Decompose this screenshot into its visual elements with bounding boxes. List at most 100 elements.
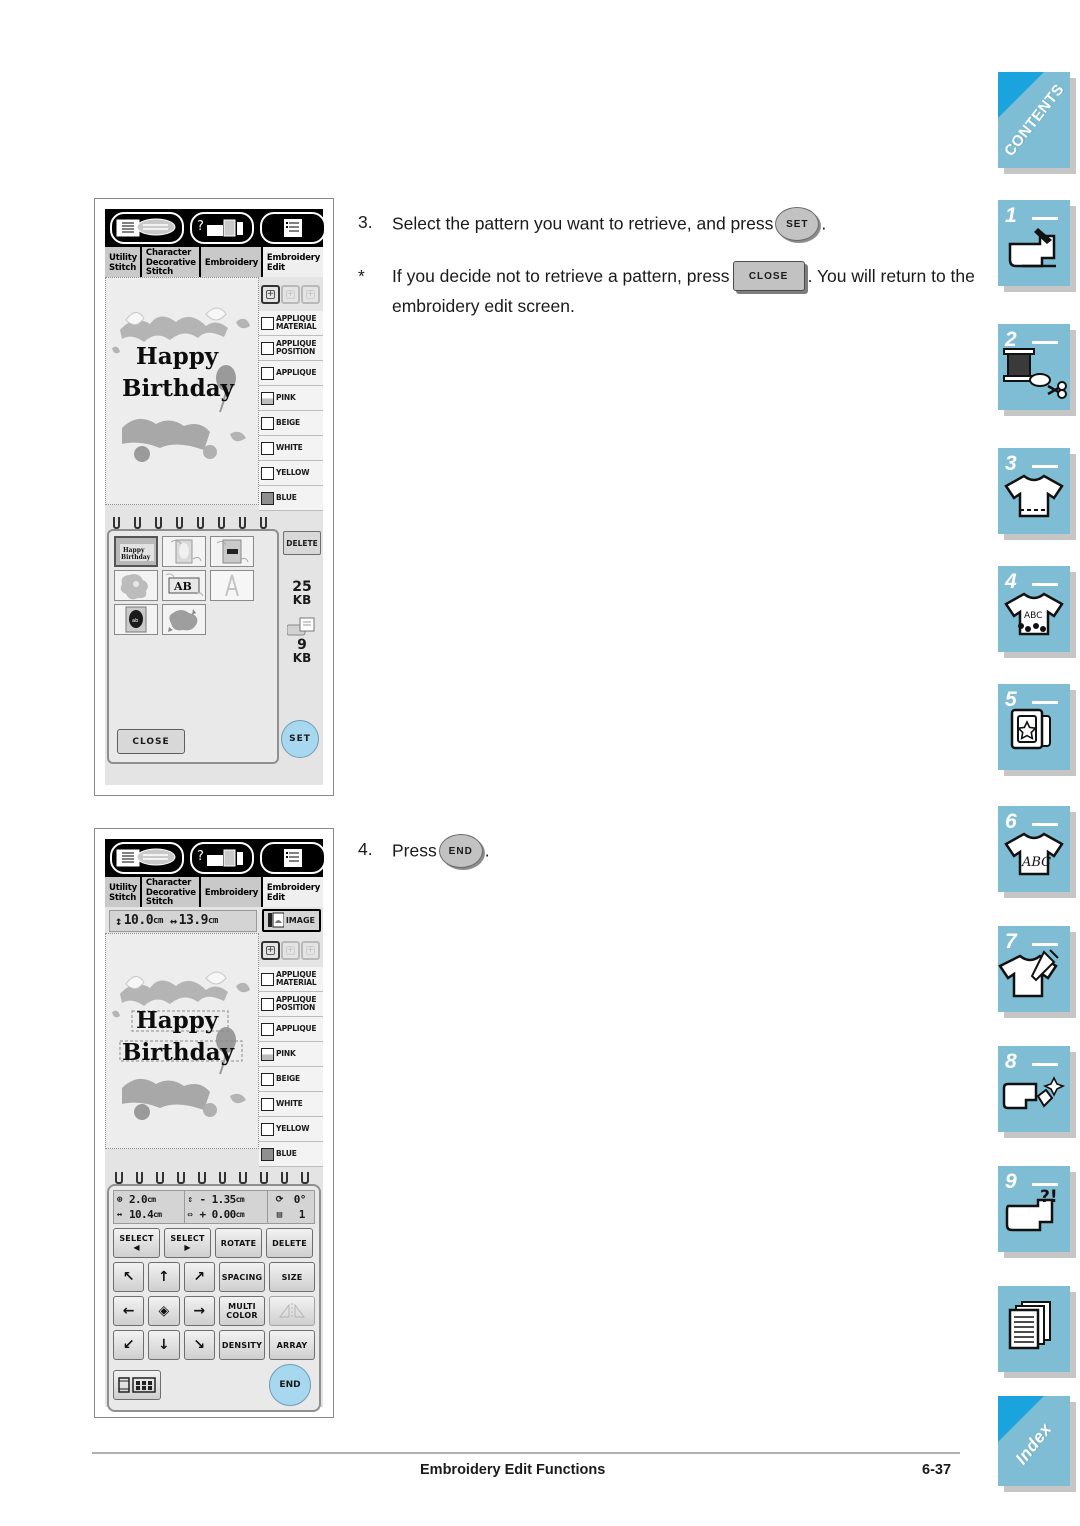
end-button[interactable]: END [269, 1364, 311, 1406]
thread-color-column: + + + APPLIQUE MATERIAL APPLIQUE POSITIO… [259, 933, 323, 1167]
density-button[interactable]: DENSITY [218, 1330, 265, 1360]
color-name: APPLIQUE MATERIAL [276, 314, 317, 331]
edit-row-5: END [113, 1364, 315, 1406]
color-row[interactable]: APPLIQUE [259, 361, 323, 386]
spiral-binding [105, 1170, 323, 1184]
rail-tab-contents[interactable]: CONTENTS [998, 72, 1070, 168]
select-next-button[interactable]: SELECT ▶ [164, 1228, 211, 1258]
tab-utility-stitch[interactable]: Utility Stitch [105, 877, 142, 907]
tab-embroidery-edit[interactable]: Embroidery Edit [262, 877, 324, 907]
rail-tab-2[interactable]: 2 [998, 324, 1070, 410]
rail-tab-index[interactable]: Index [998, 1396, 1070, 1486]
hoop-medium-icon[interactable]: + [281, 284, 300, 304]
pattern-thumbnail-6[interactable] [210, 570, 254, 601]
color-row[interactable]: APPLIQUE MATERIAL [259, 967, 323, 992]
array-value: 1 [298, 1208, 306, 1221]
manual-book-icon[interactable] [110, 212, 184, 244]
rail-tab-1[interactable]: 1 [998, 200, 1070, 286]
hoop-large-icon[interactable]: + [261, 284, 280, 304]
rail-tab-3[interactable]: 3 [998, 448, 1070, 534]
hoop-small-icon[interactable]: + [301, 284, 320, 304]
array-button[interactable]: ARRAY [268, 1330, 315, 1360]
color-row[interactable]: APPLIQUE POSITION [259, 992, 323, 1017]
tab-embroidery[interactable]: Embroidery [200, 247, 263, 277]
inline-end-button[interactable]: END [438, 834, 483, 868]
manual-book-icon[interactable] [110, 842, 184, 874]
pattern-thumbnail-1[interactable]: Happy Birthday [114, 536, 158, 567]
color-row[interactable]: APPLIQUE MATERIAL [259, 311, 323, 336]
color-row[interactable]: BLUE [259, 1142, 323, 1167]
mirror-button[interactable] [268, 1296, 315, 1326]
move-left-button[interactable]: ← [113, 1296, 145, 1326]
move-down-right-button[interactable]: ↘ [183, 1330, 215, 1360]
pattern-thumbnail-3[interactable] [210, 536, 254, 567]
move-down-left-button[interactable]: ↙ [113, 1330, 145, 1360]
hoop-size-selector[interactable]: + + + [259, 933, 323, 967]
color-row[interactable]: BEIGE [259, 1067, 323, 1092]
rotate-button[interactable]: ROTATE [215, 1228, 262, 1258]
pattern-thumbnail-4[interactable] [114, 570, 158, 601]
pattern-thumbnail-8[interactable] [162, 604, 206, 635]
rail-tab-7[interactable]: 7 [998, 926, 1070, 1012]
pattern-thumbnail-2[interactable] [162, 536, 206, 567]
tab-character-decorative-stitch[interactable]: Character Decorative Stitch [141, 247, 201, 277]
size-button[interactable]: SIZE [268, 1262, 315, 1292]
rail-tab-8[interactable]: 8 [998, 1046, 1070, 1132]
color-row[interactable]: APPLIQUE POSITION [259, 336, 323, 361]
move-up-right-button[interactable]: ↗ [183, 1262, 215, 1292]
help-machine-icon[interactable]: ? [190, 212, 254, 244]
help-machine-icon[interactable]: ? [190, 842, 254, 874]
hoop-large-icon[interactable]: + [261, 940, 280, 960]
spacing-button[interactable]: SPACING [218, 1262, 265, 1292]
color-row[interactable]: YELLOW [259, 461, 323, 486]
move-up-left-button[interactable]: ↖ [113, 1262, 145, 1292]
tab-character-decorative-stitch[interactable]: Character Decorative Stitch [141, 877, 201, 907]
tab-embroidery-edit[interactable]: Embroidery Edit [262, 247, 324, 277]
center-button[interactable]: ◈ [148, 1296, 180, 1326]
multi-color-button[interactable]: MULTI COLOR [218, 1296, 265, 1326]
position-vertical: 2.0 [129, 1193, 148, 1206]
rail-tab-4[interactable]: 4 ABC [998, 566, 1070, 652]
delete-button[interactable]: DELETE [266, 1228, 313, 1258]
hoop-medium-icon[interactable]: + [281, 940, 300, 960]
hoop-small-icon[interactable]: + [301, 940, 320, 960]
edit-row-2: ↖ ↑ ↗ SPACING SIZE [113, 1262, 315, 1292]
select-prev-button[interactable]: SELECT ◀ [113, 1228, 160, 1258]
move-down-button[interactable]: ↓ [148, 1330, 180, 1360]
rail-tab-6[interactable]: 6 ABC [998, 806, 1070, 892]
delete-button[interactable]: DELETE [283, 531, 321, 555]
color-row[interactable]: BEIGE [259, 411, 323, 436]
color-row[interactable]: BLUE [259, 486, 323, 511]
move-right-button[interactable]: → [183, 1296, 215, 1326]
inline-set-button[interactable]: SET [775, 207, 820, 241]
color-name: PINK [276, 1049, 296, 1058]
design-preview-canvas[interactable]: Happy Birthday [105, 933, 259, 1149]
rail-tab-9[interactable]: 9 ?! [998, 1166, 1070, 1252]
settings-list-icon[interactable] [260, 842, 326, 874]
set-button[interactable]: SET [281, 720, 319, 758]
color-row[interactable]: PINK [259, 386, 323, 411]
hoop-size-selector[interactable]: + + + [259, 277, 323, 311]
design-preview-canvas[interactable]: Happy Birthday [105, 277, 259, 505]
rail-tab-appendix[interactable] [998, 1286, 1070, 1372]
color-row[interactable]: WHITE [259, 1092, 323, 1117]
pattern-thumbnail-7[interactable]: ab [114, 604, 158, 635]
rail-tab-5[interactable]: 5 [998, 684, 1070, 770]
edit-row-4: ↙ ↓ ↘ DENSITY ARRAY [113, 1330, 315, 1360]
pattern-thumbnail-5[interactable]: AB [162, 570, 206, 601]
color-row[interactable]: YELLOW [259, 1117, 323, 1142]
spacing-horizontal: + 0.00 [199, 1208, 237, 1221]
inline-close-button[interactable]: CLOSE [732, 261, 805, 292]
color-row[interactable]: WHITE [259, 436, 323, 461]
settings-list-icon[interactable] [260, 212, 326, 244]
image-button[interactable]: IMAGE [261, 909, 321, 932]
card-memory-value: 9 KB [281, 638, 323, 665]
close-button[interactable]: CLOSE [117, 729, 185, 754]
color-row[interactable]: APPLIQUE [259, 1017, 323, 1042]
color-row[interactable]: PINK [259, 1042, 323, 1067]
move-up-button[interactable]: ↑ [148, 1262, 180, 1292]
tab-embroidery[interactable]: Embroidery [200, 877, 263, 907]
color-name: APPLIQUE POSITION [276, 339, 317, 356]
tab-utility-stitch[interactable]: Utility Stitch [105, 247, 142, 277]
thread-palette-button[interactable] [113, 1370, 161, 1400]
